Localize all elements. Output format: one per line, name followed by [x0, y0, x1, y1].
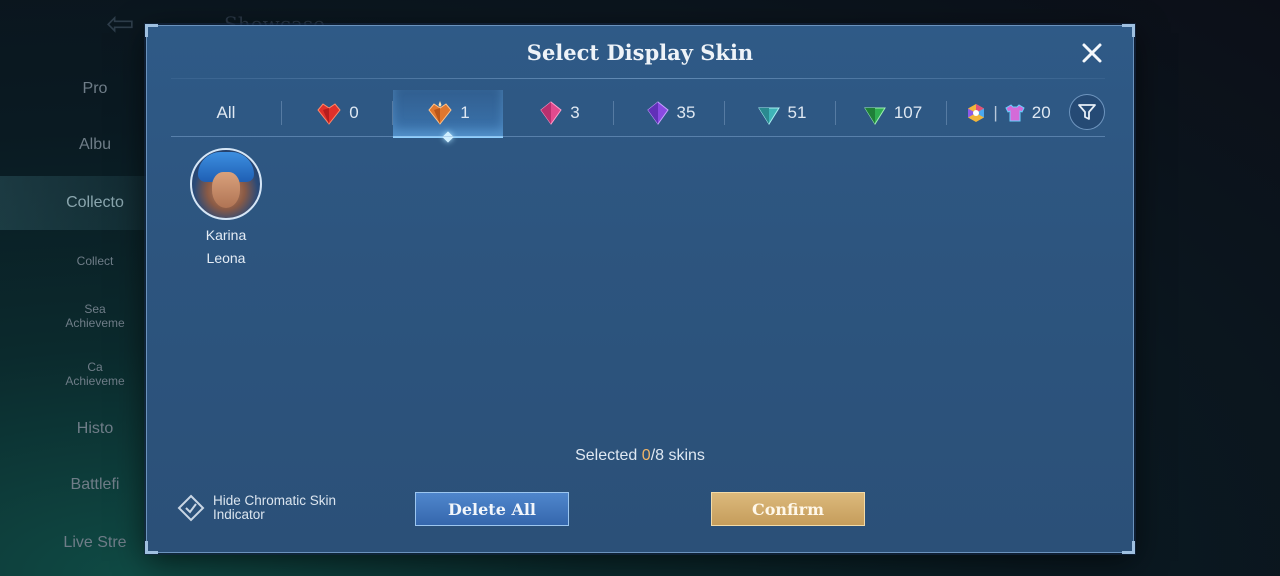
filter-button[interactable]	[1069, 94, 1105, 130]
pink-gem-icon	[540, 101, 562, 125]
selected-counter: Selected 0/8 skins	[147, 447, 1133, 465]
red-gem-icon	[317, 103, 341, 125]
select-display-skin-dialog: Select Display Skin All 0 1 3 35 51 107 …	[145, 24, 1135, 554]
filter-icon	[1078, 104, 1096, 120]
skin-hero-name: Karina	[205, 227, 247, 243]
title-divider	[171, 78, 1105, 79]
shirt-icon	[1005, 104, 1025, 122]
delete-all-button[interactable]: Delete All	[415, 492, 569, 526]
tab-count: 1	[460, 103, 470, 122]
tab-chromatic[interactable]: | 20	[948, 90, 1068, 136]
selected-prefix: Selected	[575, 447, 642, 464]
skin-name: Leona	[206, 250, 246, 266]
confirm-button[interactable]: Confirm	[711, 492, 865, 526]
tabs-divider	[171, 136, 1105, 137]
tab-pink-rarity[interactable]: 3	[504, 90, 614, 136]
corner-decoration	[1122, 541, 1135, 554]
skin-avatar	[190, 148, 262, 220]
tab-count: 107	[893, 103, 923, 122]
skin-card[interactable]: Karina Leona	[189, 148, 263, 270]
dialog-title: Select Display Skin	[526, 40, 754, 65]
purple-gem-icon	[646, 101, 669, 125]
tab-label: All	[216, 103, 236, 122]
tab-orange-rarity[interactable]: 1	[393, 90, 503, 143]
checkbox-diamond-icon	[177, 494, 205, 522]
tab-divider-bar: |	[993, 103, 998, 122]
tab-count: 51	[787, 103, 807, 122]
tab-purple-rarity[interactable]: 35	[615, 90, 725, 136]
tab-all[interactable]: All	[171, 90, 281, 136]
rarity-tabs: All 0 1 3 35 51 107 | 20	[171, 90, 1111, 143]
close-icon	[1082, 43, 1102, 63]
tab-count: 35	[676, 103, 696, 122]
tab-red-rarity[interactable]: 0	[282, 90, 392, 136]
tab-count: 0	[349, 103, 359, 122]
green-gem-icon	[863, 107, 886, 125]
hide-chromatic-label: Hide Chromatic Skin Indicator	[213, 493, 337, 522]
active-tab-indicator	[442, 131, 454, 143]
orange-gem-icon	[428, 101, 452, 125]
tab-count: 3	[570, 103, 580, 122]
corner-decoration	[145, 24, 158, 37]
tab-teal-rarity[interactable]: 51	[726, 90, 836, 136]
tab-green-rarity[interactable]: 107	[837, 90, 947, 136]
tab-count: 20	[1031, 103, 1051, 122]
tab-separator	[724, 101, 725, 125]
teal-gem-icon	[757, 107, 780, 125]
corner-decoration	[145, 541, 158, 554]
selected-count: 0	[641, 447, 651, 464]
selected-suffix: /8 skins	[650, 447, 705, 464]
hide-chromatic-toggle[interactable]: Hide Chromatic Skin Indicator	[177, 494, 363, 522]
tab-separator	[946, 101, 947, 125]
tab-separator	[835, 101, 836, 125]
chromatic-icon	[968, 104, 985, 122]
corner-decoration	[1122, 24, 1135, 37]
close-button[interactable]	[1077, 38, 1107, 68]
